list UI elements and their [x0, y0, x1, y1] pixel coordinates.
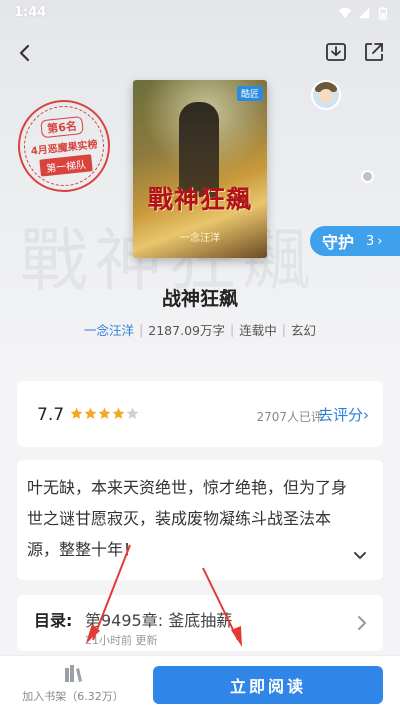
update-time: 21小时前 更新 [85, 634, 158, 647]
guard-count: 3 [366, 233, 375, 249]
star-icon [70, 407, 83, 419]
rate-button[interactable]: 去评分› [318, 404, 369, 425]
seal-rank: 第6名 [40, 115, 84, 139]
author-link[interactable]: 一念汪洋 [84, 320, 134, 339]
share-icon [365, 43, 383, 61]
cover-badge: 酷匠 [236, 86, 263, 101]
nav-actions [324, 40, 386, 64]
battery-icon [378, 7, 388, 20]
chevron-right-icon: › [363, 406, 369, 424]
rating-card: 7.7 2707人已评 去评分› [17, 381, 383, 447]
download-icon [326, 43, 346, 61]
meta-separator: | [139, 322, 144, 337]
add-to-shelf-button[interactable]: 加入书架（6.32万） [18, 660, 128, 708]
meta-separator: | [229, 322, 235, 337]
description-text: 叶无缺，本来天资绝世，惊才绝艳，但为了身世之谜甘愿寂灭，装成废物凝练斗战圣法本源… [27, 478, 348, 559]
rating-stars [70, 407, 139, 420]
cover-author: 一念汪洋 [180, 233, 220, 244]
bookshelf-icon [65, 665, 82, 682]
toc-card[interactable]: 目录: 第9495章: 釜底抽薪 21小时前 更新 [17, 595, 383, 651]
download-button[interactable] [324, 40, 348, 64]
status-icons [338, 6, 390, 20]
serial-status: 连载中 [239, 323, 277, 338]
book-title: 战神狂飙 [161, 288, 238, 310]
guardian-avatar[interactable] [311, 80, 341, 110]
description-card[interactable]: 叶无缺，本来天资绝世，惊才绝艳，但为了身世之谜甘愿寂灭，装成废物凝练斗战圣法本源… [17, 460, 383, 580]
guard-label: 守护 [322, 233, 355, 252]
bottom-bar: 加入书架（6.32万） 立即阅读 [0, 655, 400, 710]
meta-separator: | [281, 322, 286, 337]
book-meta: 一念汪洋 | 2187.09万字 | 连载中 | 玄幻 [0, 320, 400, 339]
chevron-right-icon [358, 616, 366, 630]
signal-icon [358, 7, 370, 19]
seal-tier: 第一梯队 [39, 154, 93, 177]
chevron-right-icon: › [377, 233, 383, 249]
shelf-label: 加入书架（6.32万） [22, 690, 124, 703]
star-icon [112, 407, 125, 419]
chevron-down-icon[interactable] [351, 546, 369, 564]
status-bar: 1:44 [0, 0, 400, 28]
genre-tag[interactable]: 玄幻 [291, 320, 316, 339]
avatar-face [319, 89, 333, 103]
star-icon [84, 407, 97, 419]
back-button[interactable] [12, 40, 38, 66]
rating-count: 2707人已评 [256, 410, 323, 424]
word-count: 2187.09万字 [148, 323, 225, 338]
book-cover[interactable]: 酷匠 戰神狂飆 一念汪洋 [133, 80, 267, 258]
cover-title: 戰神狂飆 [147, 185, 252, 214]
latest-chapter: 第9495章: 釜底抽薪 [85, 611, 233, 630]
read-now-button[interactable]: 立即阅读 [153, 666, 383, 704]
star-icon [98, 407, 111, 419]
star-icon [126, 407, 139, 419]
share-button[interactable] [362, 40, 386, 64]
guard-button[interactable]: 守护 3 › [310, 226, 400, 256]
carousel-dot [361, 170, 374, 183]
toc-label: 目录: [34, 611, 73, 630]
back-icon [19, 44, 30, 62]
wifi-icon [338, 7, 352, 19]
rate-label: 去评分 [317, 406, 363, 424]
rating-score: 7.7 [37, 405, 65, 425]
status-time: 1:44 [14, 5, 47, 20]
seal-list: 4月恶魔果实榜 [30, 139, 99, 158]
